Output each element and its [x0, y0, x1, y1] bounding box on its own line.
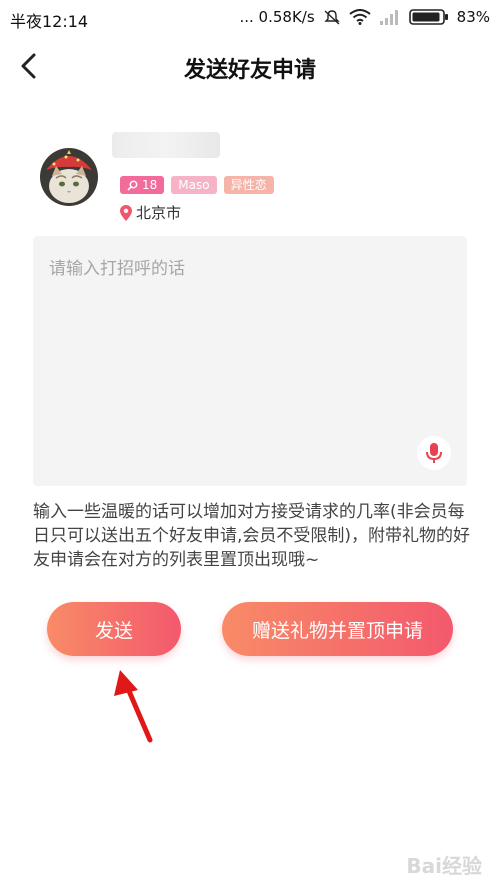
username-blurred [112, 132, 220, 158]
hint-text: 输入一些温暖的话可以增加对方接受请求的几率(非会员每日只可以送出五个好友申请,会… [33, 502, 471, 570]
annotation-arrow-icon [114, 670, 153, 743]
greeting-placeholder: 请输入打招呼的话 [49, 259, 185, 279]
wifi-icon [349, 9, 371, 25]
battery-icon [408, 9, 448, 25]
status-time: 半夜12:14 [10, 12, 89, 31]
network-speed: ... 0.58K/s [239, 8, 315, 26]
signal-icon [379, 10, 398, 25]
hobby-tag: Maso [171, 176, 217, 194]
microphone-icon [426, 443, 442, 463]
status-right: ... 0.58K/s 83% [239, 8, 490, 26]
avatar[interactable] [40, 148, 98, 206]
location-text: 北京市 [136, 204, 182, 222]
location-pin-icon [120, 204, 132, 221]
orientation-tag: 异性恋 [223, 176, 274, 194]
send-button[interactable]: 发送 [47, 602, 181, 656]
age-badge: 18 [120, 176, 165, 194]
gift-and-pin-button[interactable]: 赠送礼物并置顶申请 [222, 602, 453, 656]
mute-icon [323, 10, 340, 25]
profile-tags: 18 Maso 异性恋 [120, 176, 274, 194]
location: 北京市 [120, 202, 181, 223]
age-value: 18 [142, 178, 158, 192]
watermark-logo: Bai经验 [406, 854, 482, 878]
battery-percent: 83% [456, 8, 490, 26]
search-icon [127, 180, 138, 191]
header: 发送好友申请 [0, 36, 500, 100]
status-bar: 半夜12:14 ... 0.58K/s 83% [0, 0, 500, 36]
greeting-input[interactable]: 请输入打招呼的话 [33, 236, 467, 486]
microphone-button[interactable] [417, 436, 451, 470]
page-title: 发送好友申请 [183, 58, 316, 83]
